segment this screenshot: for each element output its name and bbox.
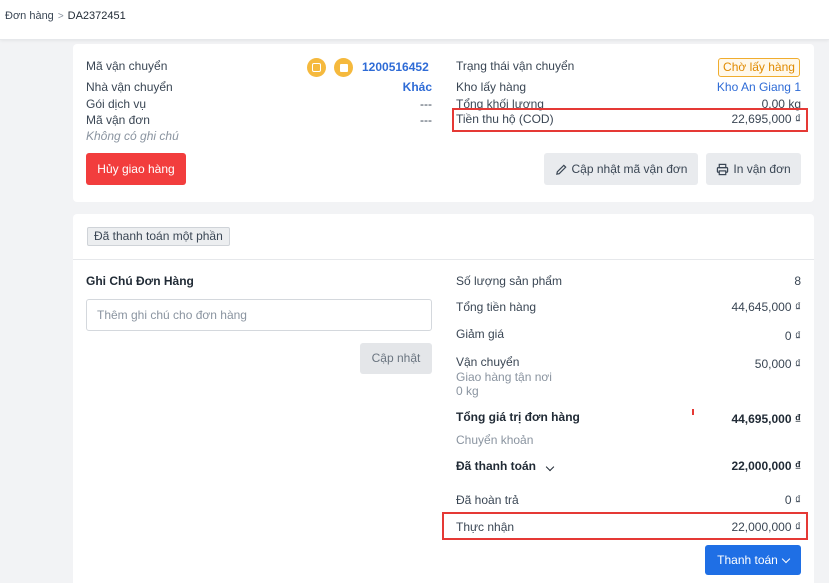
no-note-text: Không có ghi chú [86, 129, 179, 143]
breadcrumb: Đơn hàng > DA2372451 [5, 10, 126, 22]
cancel-delivery-button[interactable]: Hủy giao hàng [86, 153, 186, 185]
shipping-fee-value: 50,000 ₫ [754, 357, 801, 371]
breadcrumb-current: DA2372451 [67, 10, 126, 22]
discount-value: 0 ₫ [784, 329, 801, 343]
order-note-title: Ghi Chú Đơn Hàng [86, 274, 194, 288]
payment-button-label: Thanh toán [717, 553, 778, 567]
service-value: --- [420, 97, 432, 111]
chevron-down-icon [781, 554, 791, 563]
shipping-fee-label: Vận chuyển [456, 355, 520, 369]
cod-highlight-box [452, 108, 808, 132]
update-waybill-label: Cập nhật mã vận đơn [571, 162, 688, 176]
product-qty-label: Số lượng sản phẩm [456, 274, 562, 288]
refunded-value: 0 ₫ [784, 493, 801, 507]
carrier-label: Nhà vận chuyển [86, 80, 173, 94]
payment-button[interactable]: Thanh toán [705, 545, 801, 575]
printer-icon [717, 163, 729, 175]
update-waybill-button[interactable]: Cập nhật mã vận đơn [544, 153, 698, 185]
print-waybill-label: In vận đơn [733, 162, 791, 176]
waybill-value: --- [420, 113, 432, 127]
discount-label: Giảm giá [456, 327, 505, 341]
received-highlight-box [442, 512, 808, 540]
shipping-method: Giao hàng tận nơi [456, 370, 552, 384]
tracking-label: Mã vận chuyển [86, 59, 168, 73]
refunded-label: Đã hoàn trả [456, 493, 519, 507]
product-qty-value: 8 [794, 274, 801, 288]
red-marker [692, 409, 694, 415]
breadcrumb-root-link[interactable]: Đơn hàng [5, 10, 54, 22]
note-update-button[interactable]: Cập nhật [360, 343, 432, 374]
shipping-status-label: Trạng thái vận chuyển [456, 59, 575, 73]
warehouse-label: Kho lấy hàng [456, 80, 527, 94]
waybill-label: Mã vận đơn [86, 113, 150, 127]
paid-label: Đã thanh toán [456, 459, 536, 473]
box-icon[interactable] [334, 58, 353, 77]
subtotal-value: 44,645,000 ₫ [731, 300, 801, 314]
tracking-number-link[interactable]: 1200516452 [362, 60, 429, 74]
shipping-status-badge: Chờ lấy hàng [718, 58, 800, 77]
subtotal-label: Tổng tiền hàng [456, 300, 537, 314]
top-bar: Đơn hàng > DA2372451 [0, 0, 829, 40]
transfer-label: Chuyển khoản [456, 433, 534, 447]
pencil-icon [555, 163, 567, 175]
order-total-value: 44,695,000 ₫ [731, 412, 801, 426]
warehouse-value[interactable]: Kho An Giang 1 [717, 80, 801, 94]
service-label: Gói dịch vụ [86, 97, 147, 111]
paid-toggle[interactable]: Đã thanh toán [456, 459, 555, 473]
shipping-weight: 0 kg [456, 384, 479, 398]
breadcrumb-separator: > [57, 11, 64, 22]
order-note-input[interactable] [86, 299, 432, 331]
paid-value: 22,000,000 ₫ [731, 459, 801, 473]
print-waybill-button[interactable]: In vận đơn [706, 153, 801, 185]
chevron-down-icon [546, 462, 555, 472]
carrier-value[interactable]: Khác [403, 80, 432, 94]
clipboard-icon[interactable] [307, 58, 326, 77]
payment-status-tag: Đã thanh toán một phần [87, 227, 230, 246]
divider [73, 259, 814, 260]
order-total-label: Tổng giá trị đơn hàng [456, 410, 580, 424]
